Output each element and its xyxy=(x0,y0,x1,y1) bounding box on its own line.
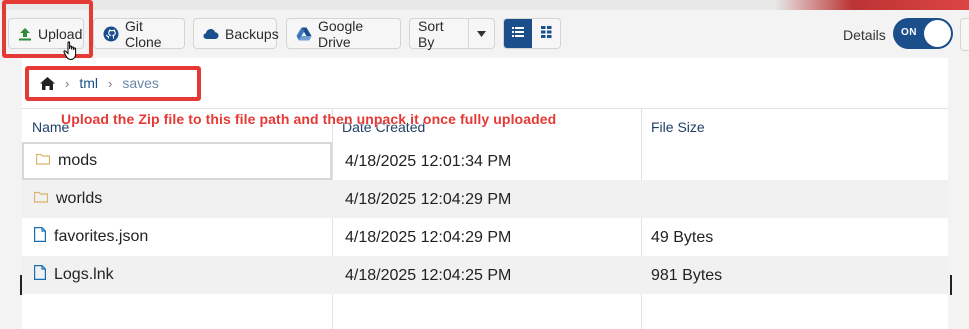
folder-icon xyxy=(33,190,49,208)
date-created: 4/18/2025 12:04:29 PM xyxy=(345,229,512,246)
hand-cursor-icon xyxy=(63,41,79,66)
grid-icon xyxy=(540,25,552,43)
file-name: favorites.json xyxy=(54,228,149,245)
backups-button[interactable]: Backups xyxy=(193,18,279,49)
table-row[interactable]: mods 4/18/2025 12:01:34 PM xyxy=(22,142,948,180)
grid-view-button[interactable] xyxy=(532,19,560,48)
google-drive-button[interactable]: Google Drive xyxy=(286,17,401,50)
details-label: Details xyxy=(843,27,886,43)
google-drive-label: Google Drive xyxy=(318,17,364,50)
date-created: 4/18/2025 12:04:25 PM xyxy=(345,267,512,284)
details-toggle-text: ON xyxy=(901,27,917,38)
backups-label: Backups xyxy=(225,25,279,42)
file-name: mods xyxy=(58,152,98,169)
file-size: 49 Bytes xyxy=(651,229,714,246)
table-row[interactable]: worlds 4/18/2025 12:04:29 PM xyxy=(22,180,948,218)
column-header-size[interactable]: File Size xyxy=(651,119,705,135)
caret-down-icon[interactable] xyxy=(468,19,494,48)
breadcrumb-highlight-box xyxy=(25,66,201,101)
sort-by-dropdown[interactable]: Sort By xyxy=(409,17,495,50)
git-clone-button[interactable]: Git Clone xyxy=(93,17,185,50)
instruction-annotation: Upload the Zip file to this file path an… xyxy=(61,111,557,127)
view-mode-toggle xyxy=(503,18,561,49)
git-clone-label: Git Clone xyxy=(125,17,162,50)
list-icon xyxy=(512,25,524,43)
date-created: 4/18/2025 12:01:34 PM xyxy=(345,153,512,170)
toggle-knob xyxy=(924,20,951,47)
google-drive-icon xyxy=(296,27,312,41)
upload-highlight-box xyxy=(2,0,93,58)
file-icon xyxy=(34,227,46,247)
details-toggle[interactable]: ON xyxy=(893,18,953,49)
table-row[interactable]: favorites.json 4/18/2025 12:04:29 PM 49 … xyxy=(22,218,948,256)
file-icon xyxy=(34,265,46,285)
table-row[interactable]: Logs.lnk 4/18/2025 12:04:25 PM 981 Bytes xyxy=(22,256,948,294)
folder-icon xyxy=(35,152,51,170)
sort-by-label: Sort By xyxy=(418,17,444,50)
panel-edge-marker xyxy=(20,275,22,295)
file-name: worlds xyxy=(56,190,103,207)
list-view-button[interactable] xyxy=(504,19,532,48)
file-name: Logs.lnk xyxy=(54,266,114,283)
cloud-icon xyxy=(203,28,219,40)
file-size: 981 Bytes xyxy=(651,267,723,284)
github-icon xyxy=(103,26,119,42)
date-created: 4/18/2025 12:04:29 PM xyxy=(345,191,512,208)
top-strip xyxy=(0,0,969,10)
toolbar: Upload Git Clone Backups Google Drive So… xyxy=(0,10,969,58)
overflow-button[interactable] xyxy=(960,18,969,51)
panel-edge-marker xyxy=(950,275,952,295)
